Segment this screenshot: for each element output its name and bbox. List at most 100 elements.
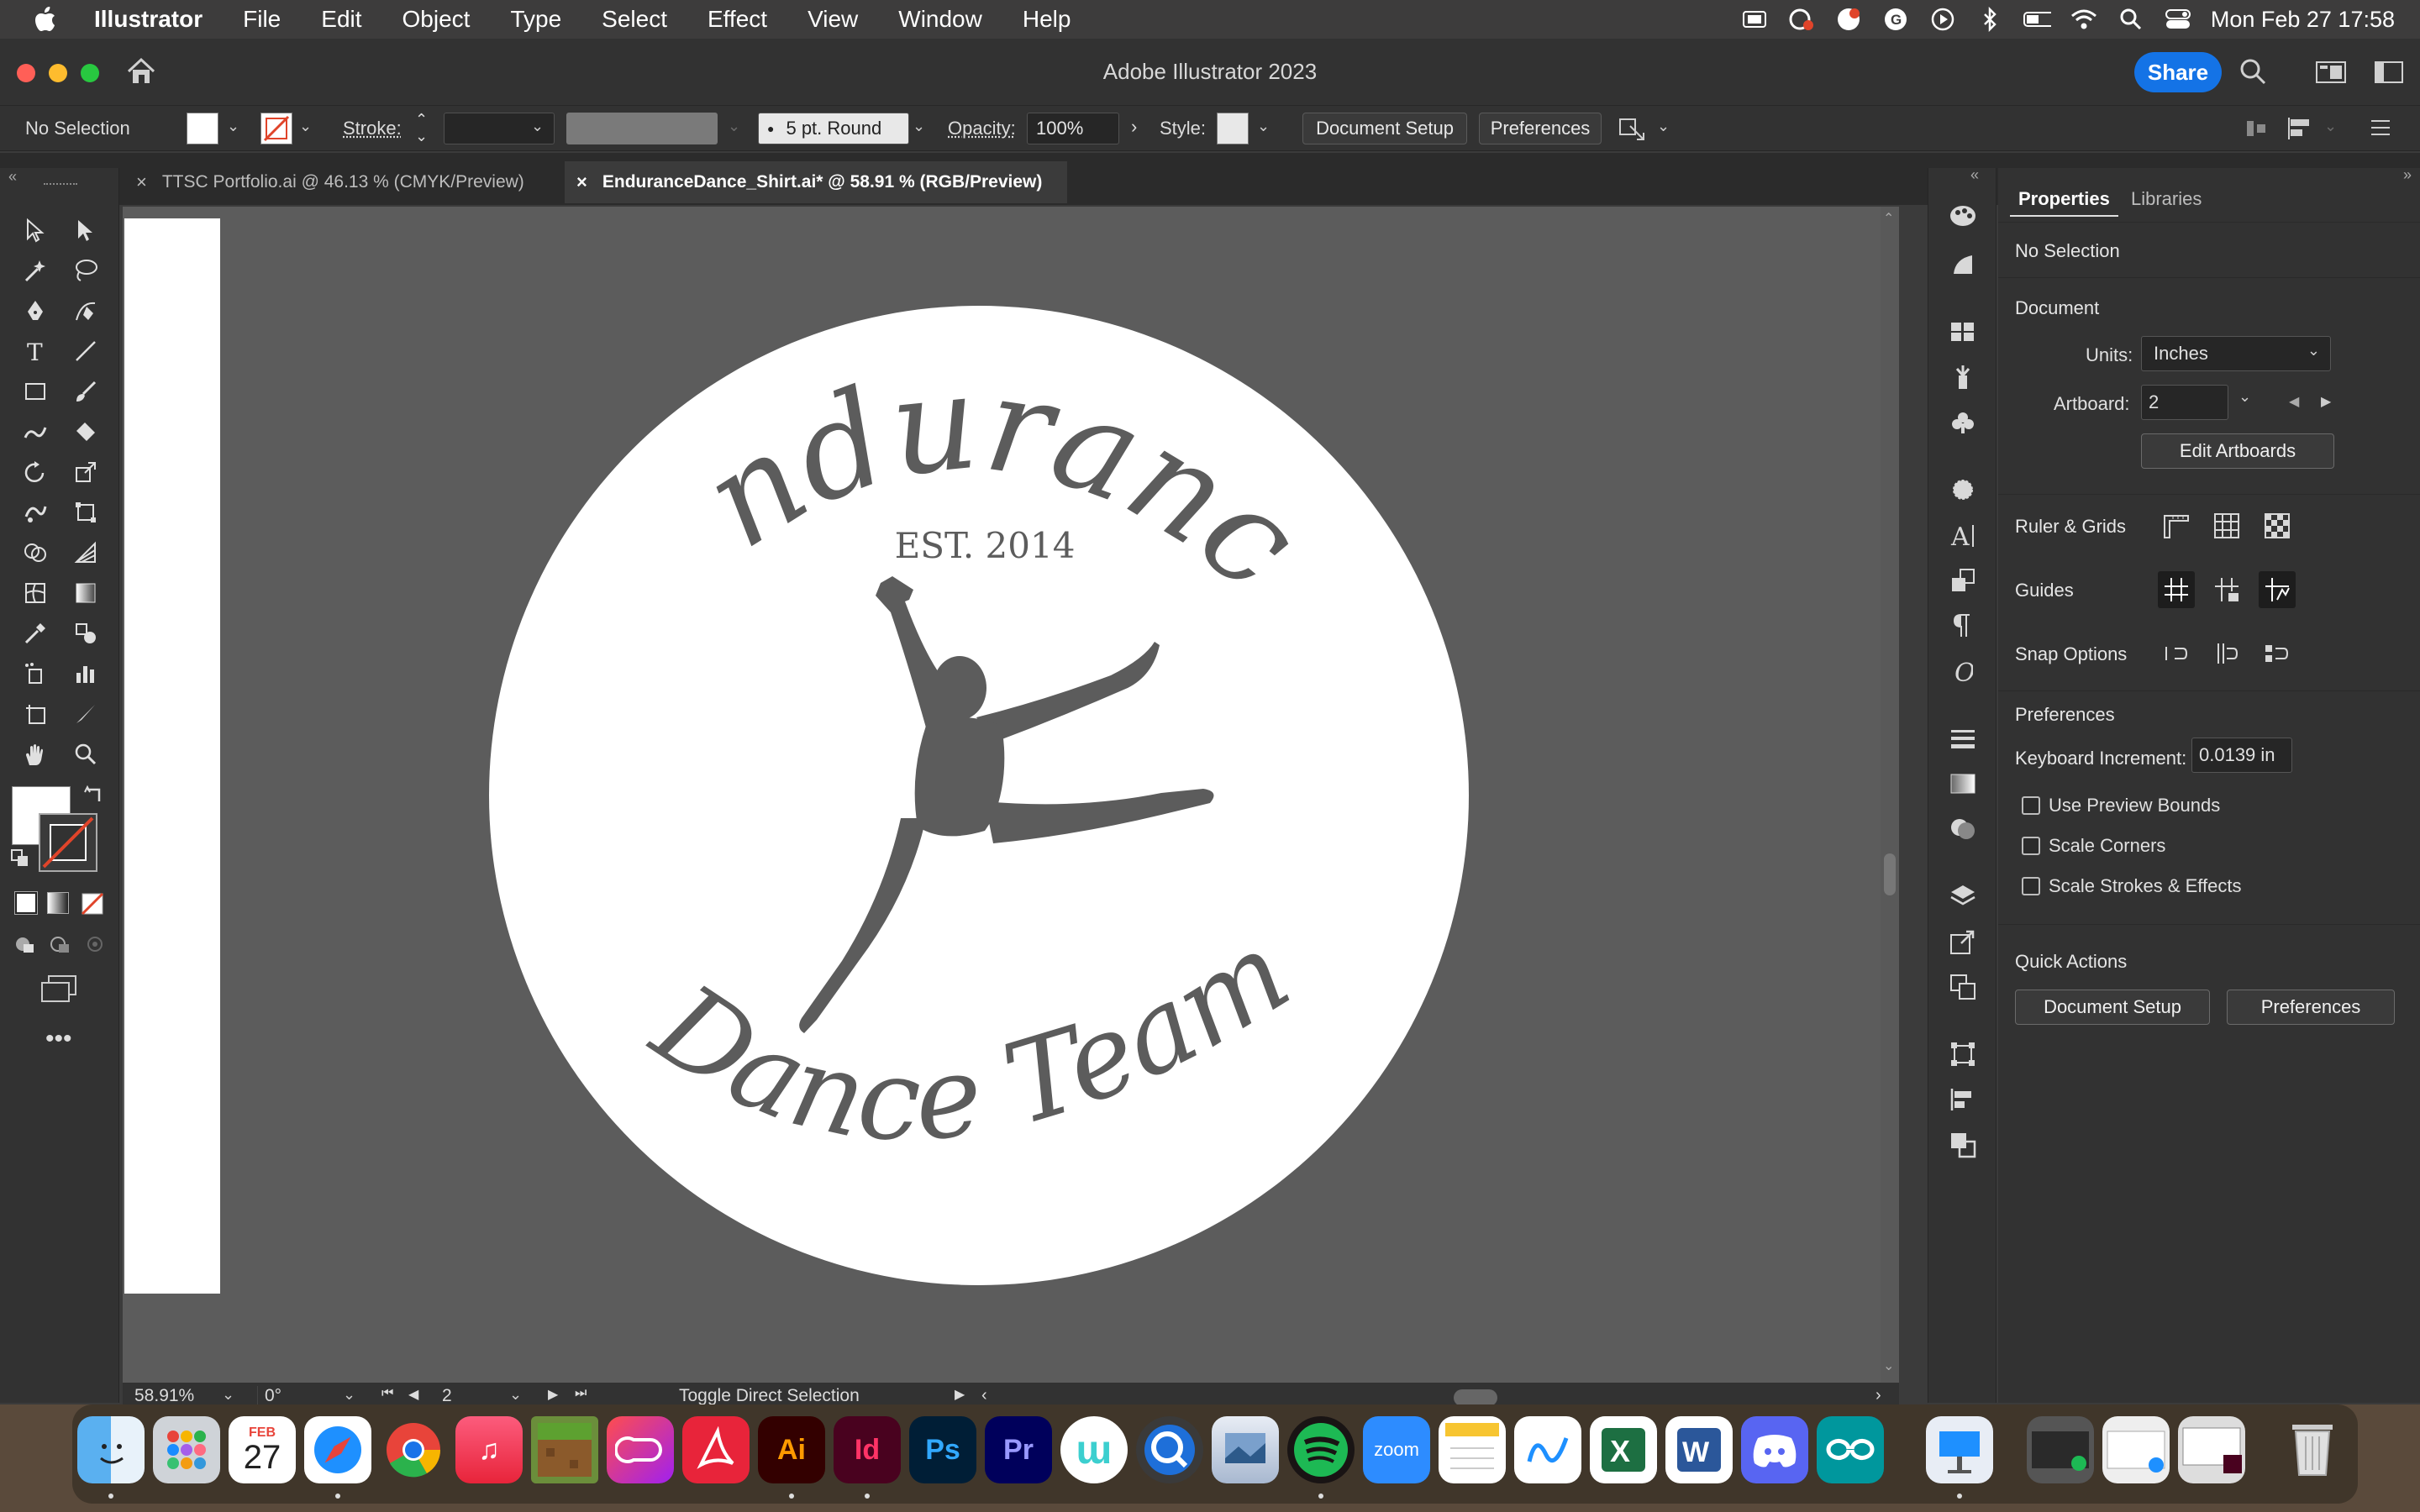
hand-tool-icon[interactable] xyxy=(17,736,54,773)
scroll-down-icon[interactable]: ⌄ xyxy=(1883,1357,1894,1374)
notification-app-icon[interactable] xyxy=(1834,7,1863,32)
transform-panel-icon[interactable] xyxy=(1945,563,1981,598)
brushes-panel-icon[interactable] xyxy=(1945,360,1981,395)
recent-window-thumbnail-1[interactable] xyxy=(2027,1416,2094,1483)
notes-icon[interactable] xyxy=(1439,1416,1506,1483)
tab-endurance-dance-shirt[interactable]: × EnduranceDance_Shirt.ai* @ 58.91 % (RG… xyxy=(565,161,1068,203)
quick-action-preferences-button[interactable]: Preferences xyxy=(2227,990,2395,1025)
horizontal-scroll-thumb[interactable] xyxy=(1454,1389,1497,1406)
menu-file[interactable]: File xyxy=(223,6,301,33)
transparency-grid-icon[interactable] xyxy=(2259,507,2296,544)
graphic-style-swatch[interactable] xyxy=(1217,113,1249,144)
word-icon[interactable]: W xyxy=(1665,1416,1733,1483)
default-fill-stroke-icon[interactable] xyxy=(10,848,30,873)
smart-guides-icon[interactable] xyxy=(2259,571,2296,608)
artboards-panel-icon[interactable] xyxy=(1945,969,1981,1005)
snap-to-grid-icon[interactable] xyxy=(2208,635,2245,672)
brush-definition-field[interactable]: ● 5 pt. Round xyxy=(758,113,909,144)
document-setup-button[interactable]: Document Setup xyxy=(1302,113,1467,144)
minecraft-icon[interactable] xyxy=(531,1416,598,1483)
checkbox-box[interactable] xyxy=(2022,837,2040,855)
opacity-arrow-icon[interactable]: › xyxy=(1131,116,1137,138)
adjacent-artboard[interactable] xyxy=(124,218,220,1294)
launchpad-icon[interactable] xyxy=(153,1416,220,1483)
toolbar-grip[interactable] xyxy=(44,183,77,186)
next-artboard-icon[interactable]: ▶ xyxy=(548,1386,558,1403)
rotation-field[interactable]: 0° xyxy=(257,1386,333,1406)
status-menu-arrow-icon[interactable]: ▶ xyxy=(955,1386,965,1403)
grammarly-icon[interactable]: G xyxy=(1881,7,1910,32)
trash-icon[interactable] xyxy=(2279,1416,2346,1483)
photoshop-icon[interactable]: Ps xyxy=(909,1416,976,1483)
finder-icon[interactable] xyxy=(77,1416,145,1483)
indesign-icon[interactable]: Id xyxy=(834,1416,901,1483)
scroll-up-icon[interactable]: ⌃ xyxy=(1883,210,1894,227)
acrobat-icon[interactable] xyxy=(682,1416,750,1483)
align-panel-icon[interactable] xyxy=(1945,1082,1981,1117)
zoom-level-field[interactable]: 58.91% xyxy=(134,1386,235,1406)
transparency-panel-icon[interactable] xyxy=(1945,811,1981,847)
align-toolbar-icon[interactable] xyxy=(2244,116,2269,146)
keynote-icon[interactable] xyxy=(1926,1416,1993,1483)
next-artboard-arrow-icon[interactable]: ▶ xyxy=(2321,393,2331,410)
close-tab-icon[interactable]: × xyxy=(136,171,147,193)
webex-app-icon[interactable]: ɯ xyxy=(1060,1416,1128,1483)
menu-help[interactable]: Help xyxy=(1002,6,1092,33)
gradient-tool-icon[interactable] xyxy=(67,575,104,612)
use-preview-bounds-checkbox[interactable]: Use Preview Bounds xyxy=(2022,795,2220,816)
swatches-panel-icon[interactable] xyxy=(1945,314,1981,349)
freeform-icon[interactable] xyxy=(1514,1416,1581,1483)
shape-builder-tool-icon[interactable] xyxy=(17,534,54,571)
zoom-app-icon[interactable]: zoom xyxy=(1363,1416,1430,1483)
search-icon[interactable] xyxy=(2238,57,2267,90)
artboard-field[interactable]: 2 xyxy=(2141,385,2228,420)
stroke-color-box[interactable] xyxy=(39,813,97,872)
preview-app-icon[interactable] xyxy=(1212,1416,1279,1483)
rulers-icon[interactable] xyxy=(2158,507,2195,544)
safari-icon[interactable] xyxy=(304,1416,371,1483)
stroke-label[interactable]: Stroke: xyxy=(343,118,402,139)
free-transform-tool-icon[interactable] xyxy=(67,494,104,531)
tab-libraries[interactable]: Libraries xyxy=(2123,183,2210,215)
apple-menu-icon[interactable] xyxy=(29,7,62,32)
edit-toolbar-more-icon[interactable]: ••• xyxy=(45,1025,72,1053)
excel-icon[interactable]: X xyxy=(1590,1416,1657,1483)
color-panel-icon[interactable] xyxy=(1945,198,1981,234)
keyboard-increment-field[interactable]: 0.0139 in xyxy=(2191,738,2292,773)
control-center-icon[interactable] xyxy=(2164,7,2192,32)
paintbrush-tool-icon[interactable] xyxy=(67,373,104,410)
last-artboard-icon[interactable]: ⏭ xyxy=(575,1386,587,1401)
brush-chevron-icon[interactable]: ⌄ xyxy=(913,118,925,135)
menu-effect[interactable]: Effect xyxy=(687,6,787,33)
quick-action-document-setup-button[interactable]: Document Setup xyxy=(2015,990,2210,1025)
variable-width-profile[interactable] xyxy=(566,113,718,144)
expand-panels-icon[interactable]: « xyxy=(1970,166,1979,184)
rectangle-tool-icon[interactable] xyxy=(17,373,54,410)
preferences-button[interactable]: Preferences xyxy=(1479,113,1602,144)
battery-icon[interactable] xyxy=(2023,7,2051,32)
warp-tool-icon[interactable] xyxy=(17,494,54,531)
rotation-chevron-icon[interactable]: ⌄ xyxy=(343,1386,355,1404)
scroll-left-icon[interactable]: ‹ xyxy=(981,1386,987,1405)
snap-to-pixel-icon[interactable] xyxy=(2259,635,2296,672)
stroke-swatch-none[interactable] xyxy=(260,113,292,144)
artboard-number-field[interactable]: 2 xyxy=(442,1386,492,1406)
scale-corners-checkbox[interactable]: Scale Corners xyxy=(2022,835,2165,857)
symbols-panel-icon[interactable] xyxy=(1945,405,1981,440)
arrange-chevron-icon[interactable]: ⌄ xyxy=(1657,118,1670,135)
distribute-toolbar-icon[interactable] xyxy=(2287,116,2321,146)
eyedropper-tool-icon[interactable] xyxy=(17,615,54,652)
symbol-sprayer-tool-icon[interactable] xyxy=(17,655,54,692)
zoom-chevron-icon[interactable]: ⌄ xyxy=(222,1386,234,1404)
scale-strokes-effects-checkbox[interactable]: Scale Strokes & Effects xyxy=(2022,875,2241,897)
draw-inside-icon[interactable] xyxy=(84,932,109,960)
color-guide-panel-icon[interactable] xyxy=(1945,247,1981,282)
scroll-right-icon[interactable]: › xyxy=(1876,1386,1881,1405)
play-icon[interactable] xyxy=(1928,7,1957,32)
magic-wand-tool-icon[interactable] xyxy=(17,252,54,289)
perspective-grid-tool-icon[interactable] xyxy=(67,534,104,571)
character-panel-icon[interactable]: A xyxy=(1945,517,1981,553)
stroke-stepper-icon[interactable]: ⌃ ⌄ xyxy=(415,111,428,144)
share-button[interactable]: Share xyxy=(2134,52,2222,92)
snap-to-point-icon[interactable] xyxy=(2158,635,2195,672)
